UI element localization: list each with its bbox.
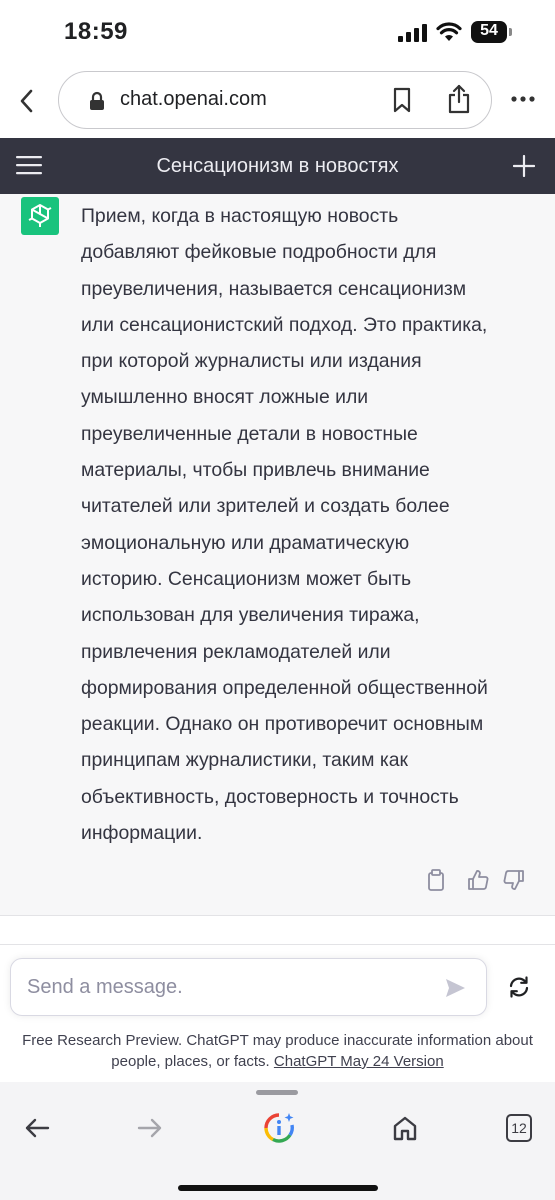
browser-address-bar: chat.openai.com	[0, 64, 555, 138]
regenerate-icon[interactable]	[507, 975, 531, 999]
battery-tip	[509, 28, 512, 36]
plus-icon[interactable]	[513, 155, 535, 177]
google-lens-icon[interactable]	[262, 1111, 296, 1145]
openai-knot-icon	[28, 204, 52, 227]
url-text: chat.openai.com	[120, 88, 267, 110]
send-icon[interactable]	[444, 977, 466, 999]
back-chevron-icon[interactable]	[14, 86, 40, 116]
disclaimer-line-1: Free Research Preview. ChatGPT may produ…	[22, 1032, 533, 1049]
home-icon[interactable]	[392, 1115, 418, 1141]
nav-back-icon[interactable]	[24, 1117, 50, 1139]
version-link[interactable]: ChatGPT May 24 Version	[274, 1053, 444, 1070]
chatgpt-logo-icon	[21, 197, 59, 235]
message-line: информации.	[81, 822, 203, 845]
signal-icon	[398, 24, 427, 42]
nav-forward-icon[interactable]	[137, 1117, 163, 1139]
battery-level: 54	[480, 22, 498, 39]
disclaimer-prefix: people, places, or facts.	[111, 1053, 274, 1070]
home-indicator	[178, 1185, 378, 1191]
thumbs-down-icon[interactable]	[503, 869, 525, 891]
message-line: добавляют фейковые подробности для	[81, 241, 437, 264]
message-input[interactable]	[27, 973, 427, 1001]
battery-icon: 54	[471, 21, 513, 43]
bookmark-icon[interactable]	[392, 87, 412, 113]
message-line: использован для увеличения тиража,	[81, 604, 420, 627]
tab-count: 12	[511, 1120, 527, 1136]
chat-title: Сенсационизм в новостях	[156, 155, 399, 177]
message-line: при которой журналисты или издания	[81, 350, 422, 373]
message-line: принципам журналистики, таким как	[81, 749, 409, 772]
browser-bottom-toolbar: 12	[0, 1082, 555, 1200]
message-line: привлечения рекламодателей или	[81, 640, 391, 663]
status-time: 18:59	[64, 18, 128, 45]
drag-handle[interactable]	[256, 1090, 298, 1095]
message-input-box[interactable]	[10, 958, 487, 1016]
message-line: материалы, чтобы привлечь внимание	[81, 459, 430, 482]
message-line: преувеличения, называется сенсационизм	[81, 277, 467, 300]
assistant-message-text: Прием, когда в настоящую новость добавляю…	[81, 198, 541, 851]
message-line: преувеличенные детали в новостные	[81, 422, 418, 445]
tabs-icon[interactable]: 12	[506, 1114, 532, 1142]
composer-area: Free Research Preview. ChatGPT may produ…	[0, 944, 555, 1082]
disclaimer-line-2: people, places, or facts. ChatGPT May 24…	[0, 1051, 555, 1072]
disclaimer: Free Research Preview. ChatGPT may produ…	[0, 1030, 555, 1072]
message-line: историю. Сенсационизм может быть	[81, 567, 412, 590]
message-line: или сенсационистский подход. Это практик…	[81, 313, 488, 336]
url-field[interactable]: chat.openai.com	[58, 71, 492, 129]
chat-header: Сенсационизм в новостях	[0, 138, 555, 194]
thumbs-up-icon[interactable]	[467, 869, 489, 891]
wifi-icon	[436, 22, 462, 41]
message-line: реакции. Однако он противоречит основным	[81, 713, 484, 736]
message-line: объективность, достоверность и точность	[81, 785, 459, 808]
lock-icon	[90, 91, 104, 110]
message-line: читателей или зрителей и создать более	[81, 495, 450, 518]
message-line: эмоциональную или драматическую	[81, 531, 410, 554]
message-line: умышленно вносят ложные или	[81, 386, 369, 409]
message-line: формирования определенной общественной	[81, 676, 488, 699]
share-icon[interactable]	[447, 84, 471, 114]
message-line: Прием, когда в настоящую новость	[81, 205, 399, 227]
status-bar: 18:59 54	[0, 0, 555, 64]
assistant-message: Прием, когда в настоящую новость добавляю…	[0, 194, 555, 916]
copy-icon[interactable]	[427, 869, 445, 891]
more-icon[interactable]	[510, 94, 536, 104]
